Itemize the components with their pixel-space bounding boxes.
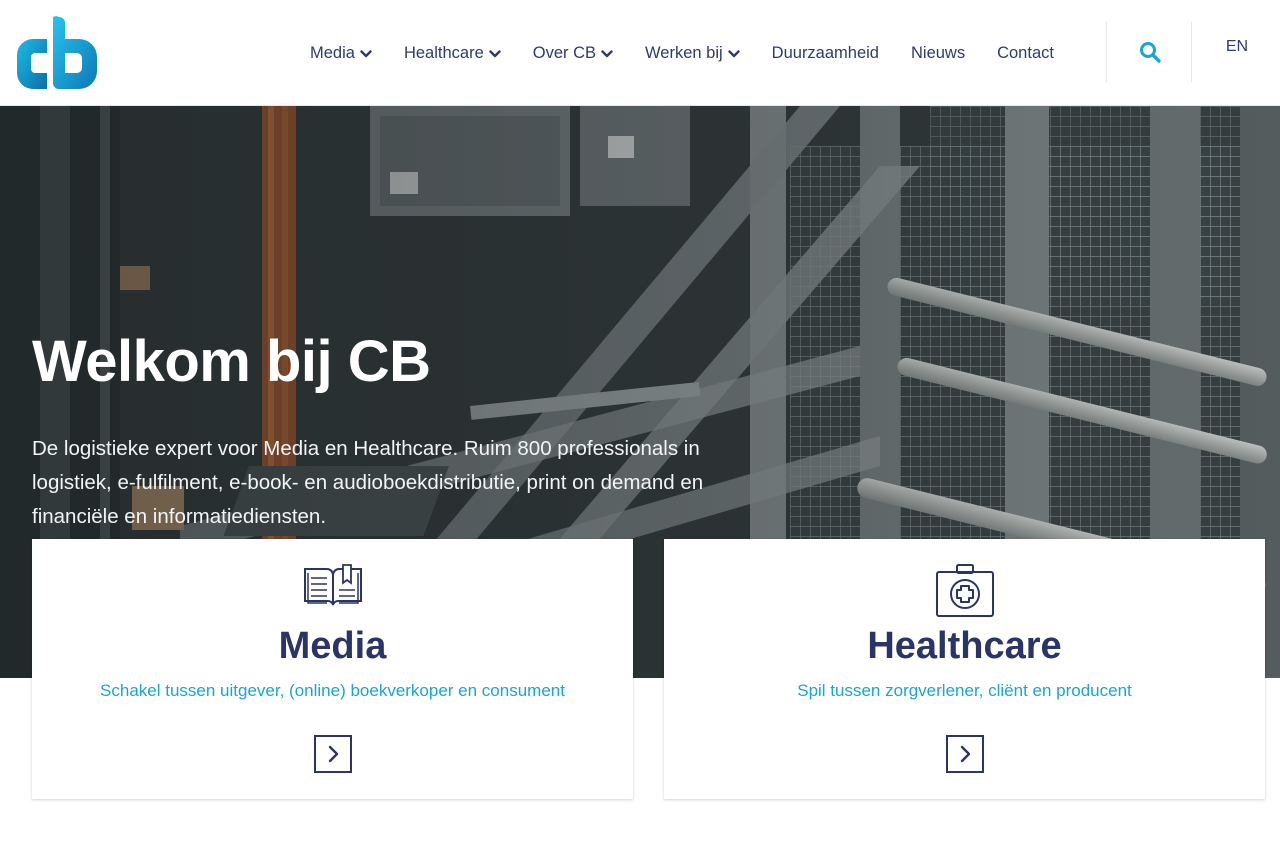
nav-item-label: Contact <box>997 43 1054 62</box>
nav-item-label: Over CB <box>532 43 597 62</box>
hero-title: Welkom bij CB <box>32 329 431 394</box>
nav-item-label: Duurzaamheid <box>771 43 879 62</box>
media-card-subtitle: Schakel tussen uitgever, (online) boekve… <box>100 681 565 700</box>
nav-item-duurzaamheid[interactable]: Duurzaamheid <box>756 33 895 73</box>
healthcare-card-title: Healthcare <box>867 625 1062 667</box>
chevron-down-icon <box>360 49 372 57</box>
healthcare-card[interactable]: Healthcare Spil tussen zorgverlener, cli… <box>664 539 1265 799</box>
chevron-right-icon <box>960 745 970 763</box>
media-card[interactable]: Media Schakel tussen uitgever, (online) … <box>32 539 633 799</box>
nav-divider <box>1106 22 1107 82</box>
nav-item-healthcare[interactable]: Healthcare <box>388 33 517 73</box>
nav-item-over-cb[interactable]: Over CB <box>517 33 629 73</box>
nav-divider <box>1191 22 1192 82</box>
chevron-down-icon <box>601 49 613 57</box>
nav-item-label: Nieuws <box>910 43 966 62</box>
nav-item-label: Healthcare <box>403 43 484 62</box>
nav-item-label: Media <box>310 43 355 62</box>
nav-item-label: Werken bij <box>645 43 723 62</box>
chevron-right-icon <box>328 745 338 763</box>
nav-item-media[interactable]: Media <box>294 33 388 73</box>
search-icon <box>1140 42 1161 63</box>
chevron-down-icon <box>489 49 501 57</box>
media-card-title: Media <box>278 625 387 667</box>
language-switch[interactable]: EN <box>1214 38 1260 62</box>
hero-description: De logistieke expert voor Media en Healt… <box>32 437 704 528</box>
site-header: Media Healthcare Over CB Werken bij Duur… <box>0 0 1280 106</box>
cb-logo[interactable] <box>15 15 99 89</box>
open-book-icon <box>303 564 362 606</box>
search-button[interactable] <box>1128 30 1172 74</box>
media-card-arrow-button[interactable] <box>313 735 352 773</box>
nav-item-nieuws[interactable]: Nieuws <box>895 33 981 73</box>
nav-item-contact[interactable]: Contact <box>981 33 1070 73</box>
nav-item-werken-bij[interactable]: Werken bij <box>629 33 756 73</box>
healthcare-card-arrow-button[interactable] <box>945 735 984 773</box>
chevron-down-icon <box>727 49 740 57</box>
healthcare-card-subtitle: Spil tussen zorgverlener, cliënt en prod… <box>797 681 1132 700</box>
main-nav: Media Healthcare Over CB Werken bij Duur… <box>294 0 1070 106</box>
medical-kit-icon <box>935 564 994 617</box>
